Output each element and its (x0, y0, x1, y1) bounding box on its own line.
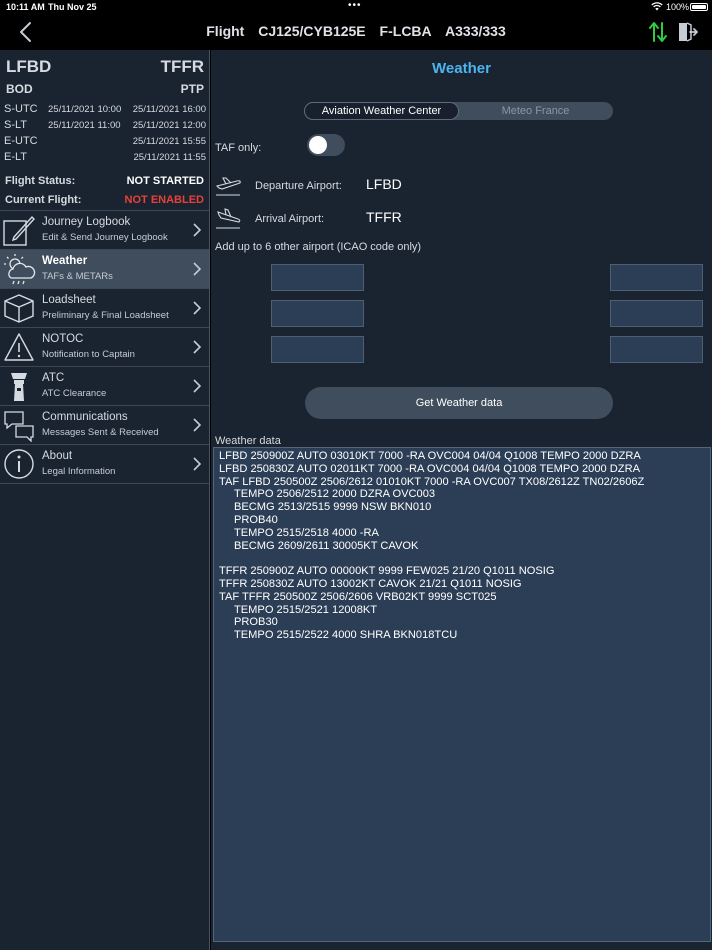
segment-aviation-weather-center[interactable]: Aviation Weather Center (304, 102, 459, 120)
extra-airport-input-2[interactable] (610, 264, 703, 291)
flight-info-panel: LFBD TFFR BOD PTP S-UTC 25/11/2021 10:00… (0, 50, 209, 210)
chevron-right-icon (193, 262, 201, 276)
weather-data-line: BECMG 2609/2611 30005KT CAVOK (234, 539, 419, 552)
menu-item-notoc[interactable]: NOTOC Notification to Captain (0, 327, 209, 366)
weather-data-textarea[interactable]: LFBD 250900Z AUTO 03010KT 7000 -RA OVC00… (213, 447, 711, 942)
arrival-airport-value: TFFR (366, 209, 402, 225)
battery-icon (690, 3, 708, 11)
weather-data-line: BECMG 2513/2515 9999 NSW BKN010 (234, 501, 432, 514)
departure-airport-value: LFBD (366, 176, 402, 192)
navigation-bar: Flight CJ125/CYB125E F-LCBA A333/333 (0, 14, 712, 50)
menu-item-journey-logbook[interactable]: Journey Logbook Edit & Send Journey Logb… (0, 210, 209, 249)
time-row-s-lt: S-LT 25/11/2021 11:00 25/11/2021 12:00 (4, 119, 206, 131)
extra-airport-input-6[interactable] (610, 336, 703, 363)
weather-data-line: TAF LFBD 250500Z 2506/2612 01010KT 7000 … (219, 475, 645, 488)
sync-arrows-icon[interactable] (648, 20, 668, 44)
toggle-knob (309, 136, 327, 154)
menu-item-communications[interactable]: Communications Messages Sent & Received (0, 405, 209, 444)
status-bar: 10:11 AM Thu Nov 25 ••• 100% (0, 0, 712, 14)
weather-data-line: LFBD 250900Z AUTO 03010KT 7000 -RA OVC00… (219, 450, 641, 462)
departure-iata: BOD (6, 82, 33, 96)
loadsheet-box-icon (4, 294, 34, 323)
chevron-right-icon (193, 379, 201, 393)
time-row-e-utc: E-UTC 25/11/2021 15:55 (4, 135, 206, 147)
journey-logbook-icon (3, 215, 35, 246)
menu-item-loadsheet[interactable]: Loadsheet Preliminary & Final Loadsheet (0, 288, 209, 327)
landing-plane-icon (216, 208, 241, 229)
multitasking-dots-icon[interactable]: ••• (348, 0, 362, 11)
weather-data-line: TEMPO 2515/2522 4000 SHRA BKN018TCU (234, 629, 458, 642)
weather-data-line: TEMPO 2515/2521 12008KT (234, 603, 378, 616)
time-row-s-utc: S-UTC 25/11/2021 10:00 25/11/2021 16:00 (4, 103, 206, 115)
get-weather-data-button[interactable]: Get Weather data (305, 387, 613, 419)
taf-only-toggle[interactable] (307, 134, 345, 156)
chevron-right-icon (193, 340, 201, 354)
weather-data-line: TFFR 250900Z AUTO 00000KT 9999 FEW025 21… (219, 565, 555, 578)
chevron-right-icon (193, 457, 201, 471)
main-menu: Journey Logbook Edit & Send Journey Logb… (0, 210, 209, 484)
page-title: Weather (432, 60, 491, 77)
chevron-right-icon (193, 223, 201, 237)
battery-percent: 100% (666, 2, 690, 12)
weather-data-label: Weather data (215, 435, 281, 447)
arrival-airport-label: Arrival Airport: (255, 213, 325, 225)
menu-item-weather[interactable]: Weather TAFs & METARs (0, 249, 209, 288)
chevron-right-icon (193, 301, 201, 315)
menu-item-about[interactable]: About Legal Information (0, 444, 209, 483)
departure-icao: LFBD (6, 57, 52, 76)
flight-status-row: Flight Status: NOT STARTED (5, 175, 204, 187)
flight-status-value: NOT STARTED (126, 175, 204, 187)
weather-data-line: TFFR 250830Z AUTO 13002KT CAVOK 21/21 Q1… (219, 577, 522, 590)
extra-airport-input-5[interactable] (271, 336, 364, 363)
aircraft-registration: F-LCBA (379, 23, 432, 39)
weather-data-line: PROB30 (234, 616, 278, 629)
chevron-right-icon (193, 418, 201, 432)
weather-data-line: TEMPO 2515/2518 4000 -RA (234, 526, 379, 539)
departure-airport-row: Departure Airport: LFBD (211, 173, 712, 199)
flight-label: Flight (206, 23, 245, 39)
info-circle-icon (4, 449, 34, 479)
weather-source-segmented-control: Aviation Weather Center Meteo France (304, 102, 613, 120)
warning-triangle-icon (4, 333, 34, 361)
add-airports-label: Add up to 6 other airport (ICAO code onl… (215, 241, 422, 253)
extra-airport-input-3[interactable] (271, 300, 364, 327)
weather-data-line: LFBD 250830Z AUTO 02011KT 7000 -RA OVC00… (219, 462, 640, 475)
arrival-icao: TFFR (160, 57, 204, 76)
aircraft-type: A333/333 (445, 23, 506, 39)
weather-data-line: TAF TFFR 250500Z 2506/2606 VRB02KT 9999 … (219, 590, 497, 603)
weather-cloud-icon (4, 254, 36, 285)
extra-airport-input-4[interactable] (610, 300, 703, 327)
takeoff-plane-icon (215, 177, 241, 196)
segment-meteo-france[interactable]: Meteo France (458, 102, 613, 120)
flight-number: CJ125/CYB125E (258, 23, 366, 39)
menu-divider (0, 483, 209, 484)
control-tower-icon (11, 373, 27, 401)
logout-door-icon[interactable] (676, 20, 698, 44)
arrival-iata: PTP (180, 82, 204, 96)
taf-only-label: TAF only: (215, 142, 262, 154)
flight-title: Flight CJ125/CYB125E F-LCBA A333/333 (0, 23, 712, 39)
menu-item-atc[interactable]: ATC ATC Clearance (0, 366, 209, 405)
time-row-e-lt: E-LT 25/11/2021 11:55 (4, 151, 206, 163)
departure-airport-label: Departure Airport: (255, 180, 342, 192)
current-flight-value: NOT ENABLED (124, 194, 204, 206)
status-date: Thu Nov 25 (48, 2, 97, 12)
arrival-airport-row: Arrival Airport: TFFR (211, 206, 712, 232)
weather-panel: Weather Aviation Weather Center Meteo Fr… (211, 50, 712, 950)
wifi-icon (651, 2, 663, 11)
chat-bubbles-icon (4, 411, 34, 442)
weather-data-line (219, 552, 705, 565)
sidebar: LFBD TFFR BOD PTP S-UTC 25/11/2021 10:00… (0, 50, 210, 950)
weather-data-line: PROB40 (234, 513, 278, 526)
weather-data-line: TEMPO 2506/2512 2000 DZRA OVC003 (234, 488, 436, 501)
extra-airport-input-1[interactable] (271, 264, 364, 291)
status-time: 10:11 AM (6, 2, 45, 12)
